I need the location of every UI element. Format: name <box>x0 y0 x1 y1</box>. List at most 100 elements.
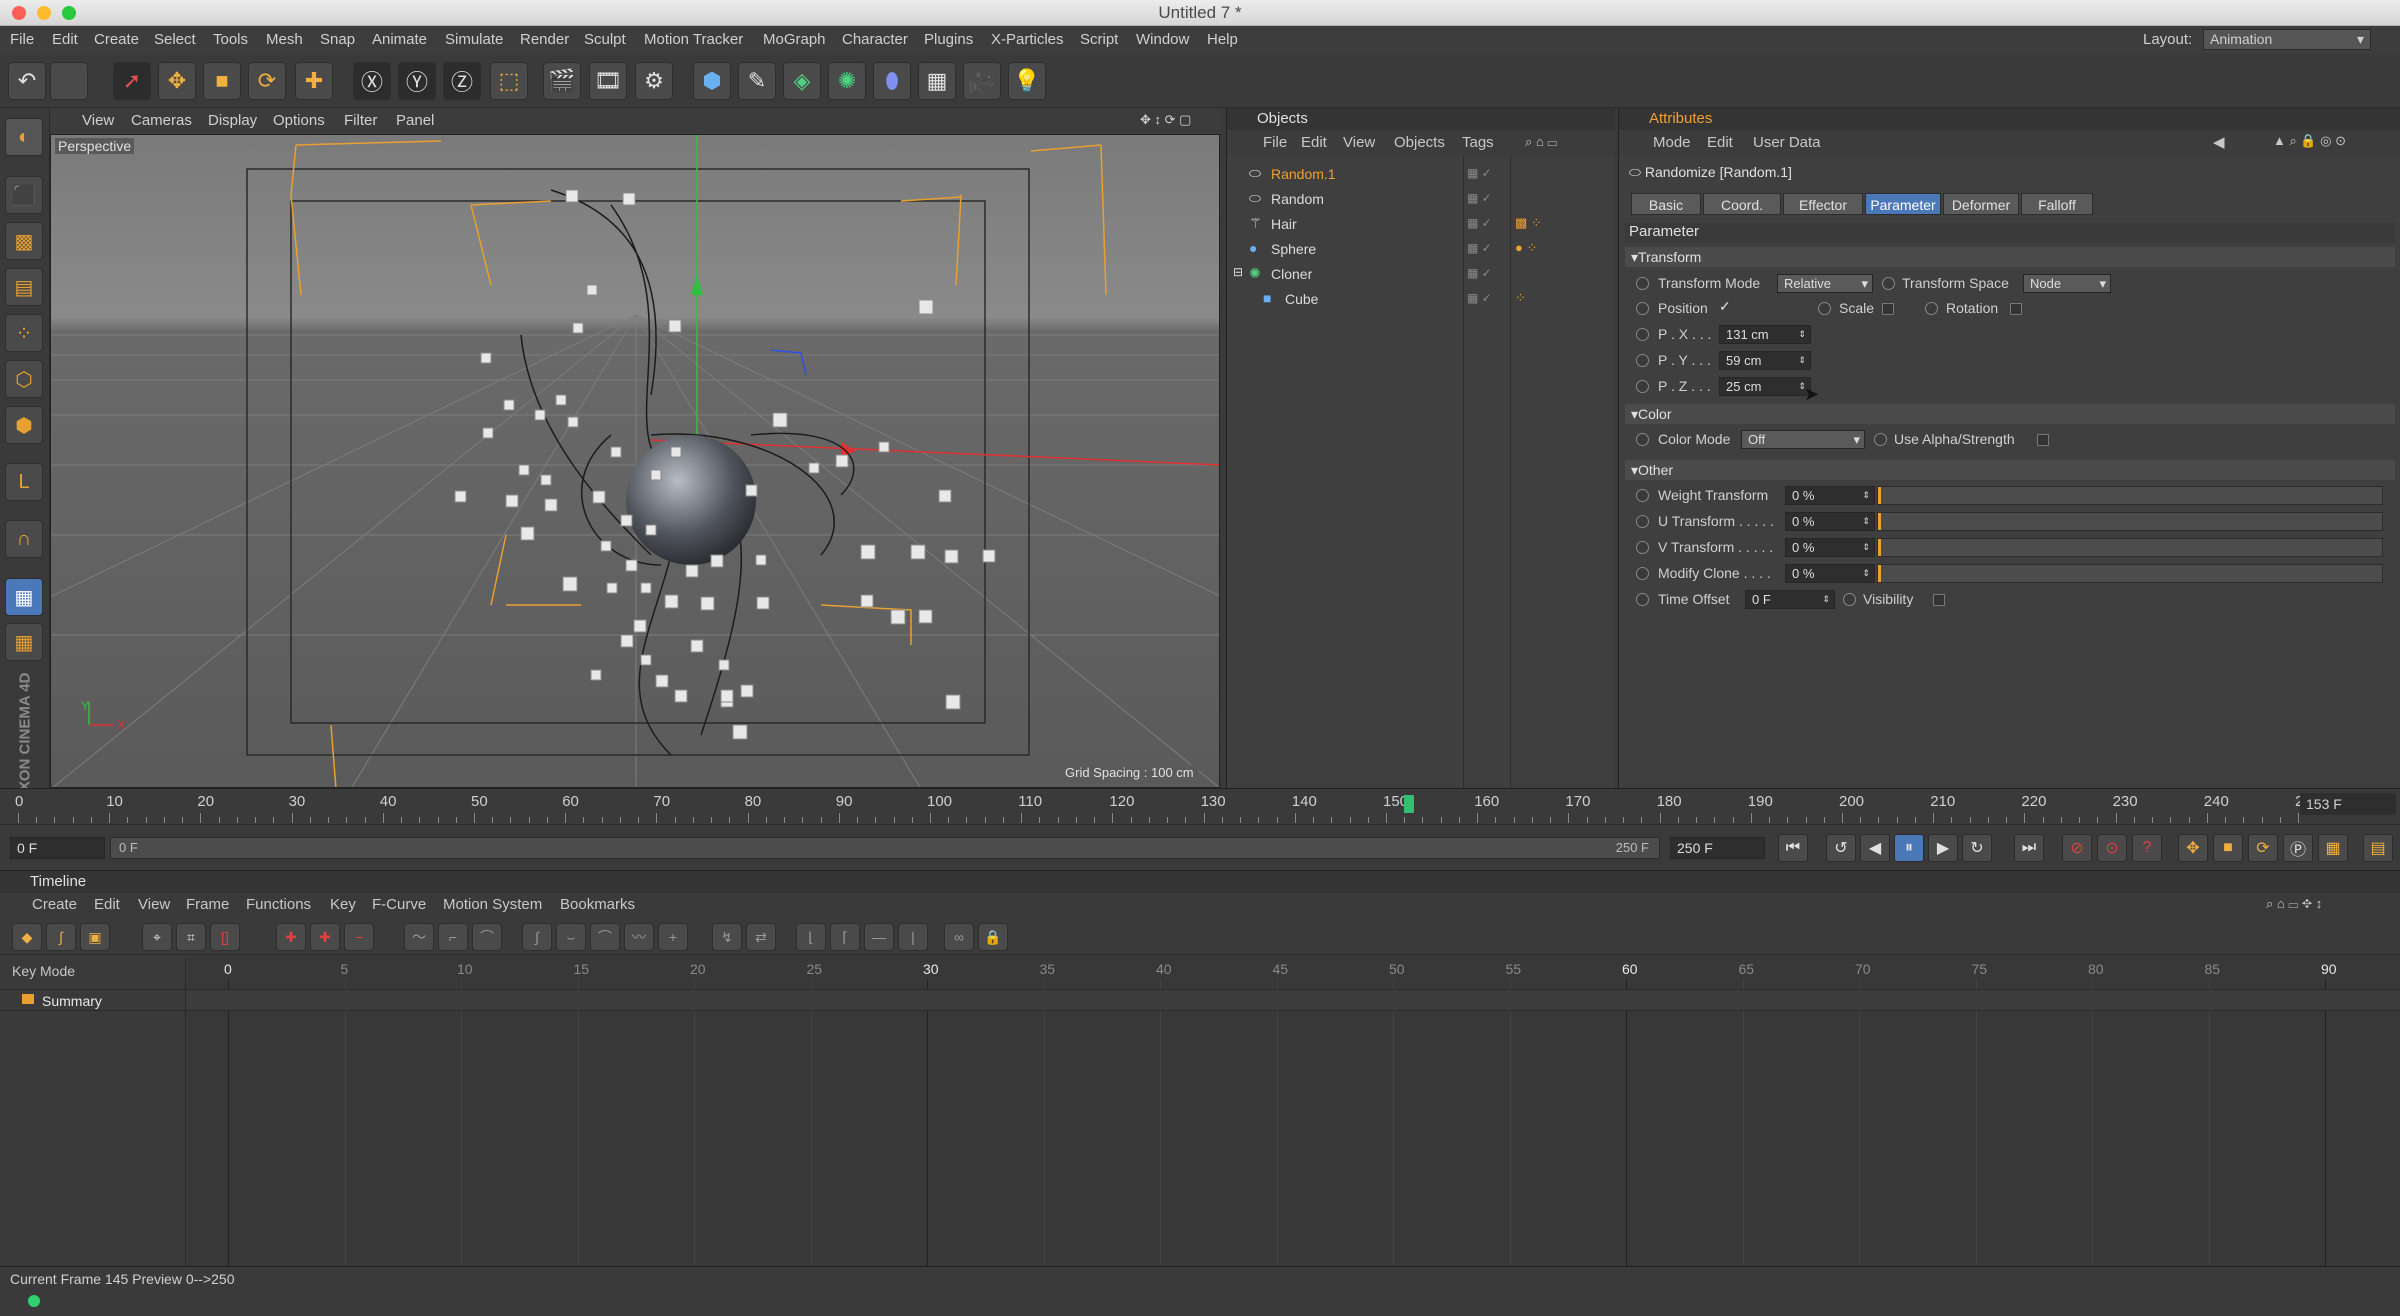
playhead[interactable] <box>1404 795 1414 813</box>
menu-edit[interactable]: Edit <box>52 31 78 48</box>
color-mode-select[interactable]: Off ▾ <box>1741 430 1865 449</box>
y-axis-button[interactable]: Ⓨ <box>398 62 436 100</box>
objects-menu-file[interactable]: File <box>1263 134 1287 151</box>
py-input[interactable]: 59 cm ⇕ <box>1719 351 1811 370</box>
add-key-button[interactable]: ✚ <box>276 923 306 951</box>
timeline-graph-area[interactable]: 0 5 10 15 20 25 30 35 40 45 50 55 60 65 70 75 80 85 90 <box>186 957 2400 1267</box>
record-parameter-button[interactable]: Ⓟ <box>2283 834 2313 862</box>
previous-frame-button[interactable]: ◀ <box>1860 834 1890 862</box>
object-row-random-1[interactable]: ⬭ Random.1 ▦ ✓ <box>1227 162 1615 187</box>
stepper-icon[interactable]: ⇕ <box>1862 487 1870 504</box>
axis-mode-button[interactable]: L <box>5 463 43 501</box>
key-mode-button[interactable]: ◆ <box>12 923 42 951</box>
zero-angle-button[interactable]: 〰 <box>624 923 654 951</box>
rotate-tool-button[interactable]: ⟳ <box>248 62 286 100</box>
ease-in-button[interactable]: ∫ <box>522 923 552 951</box>
menu-mesh[interactable]: Mesh <box>266 31 303 48</box>
stepper-icon[interactable]: ⇕ <box>1822 591 1830 608</box>
record-position-button[interactable]: ✥ <box>2178 834 2208 862</box>
objects-menu-objects[interactable]: Objects <box>1394 134 1445 151</box>
stepper-icon[interactable]: ⇕ <box>1798 352 1806 369</box>
linear-interp-button[interactable]: 〜 <box>404 923 434 951</box>
snap-button[interactable]: ∩ <box>5 520 43 558</box>
tab-falloff[interactable]: Falloff <box>2021 193 2093 215</box>
break-tangent-button[interactable]: ↯ <box>712 923 742 951</box>
transform-section-header[interactable]: ▾Transform <box>1625 247 2395 267</box>
stepper-icon[interactable]: ⇕ <box>1862 539 1870 556</box>
menu-plugins[interactable]: Plugins <box>924 31 973 48</box>
menu-mograph[interactable]: MoGraph <box>763 31 826 48</box>
viewport-menu-view[interactable]: View <box>82 112 114 129</box>
modify-clone-slider[interactable] <box>1877 564 2383 583</box>
ease-both-button[interactable]: ⌒ <box>590 923 620 951</box>
scheme-button[interactable]: ▤ <box>2363 834 2393 862</box>
slider-handle[interactable] <box>1878 539 1881 556</box>
step-interp-button[interactable]: ⌐ <box>438 923 468 951</box>
slider-handle[interactable] <box>1878 565 1881 582</box>
use-alpha-animate-radio[interactable] <box>1874 433 1887 446</box>
menu-select[interactable]: Select <box>154 31 196 48</box>
flat-tangent-button[interactable]: — <box>864 923 894 951</box>
add-mograph-button[interactable]: ✺ <box>828 62 866 100</box>
tab-coord[interactable]: Coord. <box>1703 193 1781 215</box>
px-input[interactable]: 131 cm ⇕ <box>1719 325 1811 344</box>
modify-clone-input[interactable]: 0 % ⇕ <box>1785 564 1875 583</box>
stepper-icon[interactable]: ⇕ <box>1862 565 1870 582</box>
stepper-icon[interactable]: ⇕ <box>1798 326 1806 343</box>
menu-sculpt[interactable]: Sculpt <box>584 31 626 48</box>
coordinate-system-button[interactable]: ⬚ <box>490 62 528 100</box>
object-row-hair[interactable]: ⚚ Hair ▦ ✓ ▩ ⁘ <box>1227 212 1615 237</box>
polygons-mode-button[interactable]: ⬢ <box>5 406 43 444</box>
add-light-button[interactable]: 💡 <box>1008 62 1046 100</box>
hair-material-tag-icon[interactable]: ▩ ⁘ <box>1515 215 1542 231</box>
color-mode-animate-radio[interactable] <box>1636 433 1649 446</box>
go-to-end-button[interactable]: ⏭ <box>2014 834 2044 862</box>
delete-key-button[interactable]: − <box>344 923 374 951</box>
visibility-check-icon[interactable]: ▦ ✓ <box>1467 266 1492 280</box>
make-editable-button[interactable]: ◐ <box>5 118 43 156</box>
curve-lock-button[interactable]: 🔒 <box>978 923 1008 951</box>
viewport-menu-filter[interactable]: Filter <box>344 112 377 129</box>
next-key-button[interactable]: ↻ <box>1962 834 1992 862</box>
unify-tangent-button[interactable]: ⇄ <box>746 923 776 951</box>
zoom-window-button[interactable] <box>62 6 76 20</box>
last-tool-button[interactable]: ✚ <box>295 62 333 100</box>
render-view-button[interactable]: 🎬 <box>543 62 581 100</box>
overlap-button[interactable]: ∞ <box>944 923 974 951</box>
add-floor-button[interactable]: ▦ <box>918 62 956 100</box>
viewport-menu-panel[interactable]: Panel <box>396 112 434 129</box>
current-frame-field[interactable]: 153 F <box>2300 793 2396 815</box>
x-axis-button[interactable]: Ⓧ <box>353 62 391 100</box>
object-row-cube[interactable]: ■ Cube ▦ ✓ ⁘ <box>1227 287 1615 312</box>
search-icon[interactable]: ⌕ ⌂ ▭ <box>1525 134 1557 150</box>
z-axis-button[interactable]: Ⓩ <box>443 62 481 100</box>
scale-tool-button[interactable]: ■ <box>203 62 241 100</box>
weight-transform-slider[interactable] <box>1877 486 2383 505</box>
visibility-check-icon[interactable]: ▦ ✓ <box>1467 291 1492 305</box>
u-transform-input[interactable]: 0 % ⇕ <box>1785 512 1875 531</box>
menu-tools[interactable]: Tools <box>213 31 248 48</box>
stepper-icon[interactable]: ⇕ <box>1862 513 1870 530</box>
menu-snap[interactable]: Snap <box>320 31 355 48</box>
v-transform-slider[interactable] <box>1877 538 2383 557</box>
menu-animate[interactable]: Animate <box>372 31 427 48</box>
viewport-menu-cameras[interactable]: Cameras <box>131 112 192 129</box>
add-keys-button[interactable]: ✚ <box>310 923 340 951</box>
menu-motion-tracker[interactable]: Motion Tracker <box>644 31 743 48</box>
transform-space-animate-radio[interactable] <box>1882 277 1895 290</box>
visibility-check-icon[interactable]: ▦ ✓ <box>1467 166 1492 180</box>
time-offset-input[interactable]: 0 F ⇕ <box>1745 590 1835 609</box>
timeline-menu-bookmarks[interactable]: Bookmarks <box>560 896 635 913</box>
menu-help[interactable]: Help <box>1207 31 1238 48</box>
rotation-animate-radio[interactable] <box>1925 302 1938 315</box>
record-pla-button[interactable]: ▦ <box>2318 834 2348 862</box>
rotation-checkbox[interactable] <box>2010 303 2022 315</box>
points-mode-button[interactable]: ⁘ <box>5 314 43 352</box>
u-transform-animate-radio[interactable] <box>1636 515 1649 528</box>
object-row-random[interactable]: ⬭ Random ▦ ✓ <box>1227 187 1615 212</box>
autokey-button[interactable]: ⊙ <box>2097 834 2127 862</box>
weight-transform-input[interactable]: 0 % ⇕ <box>1785 486 1875 505</box>
menu-create[interactable]: Create <box>94 31 139 48</box>
add-cube-button[interactable]: ⬢ <box>693 62 731 100</box>
workplane-button[interactable]: ▤ <box>5 268 43 306</box>
